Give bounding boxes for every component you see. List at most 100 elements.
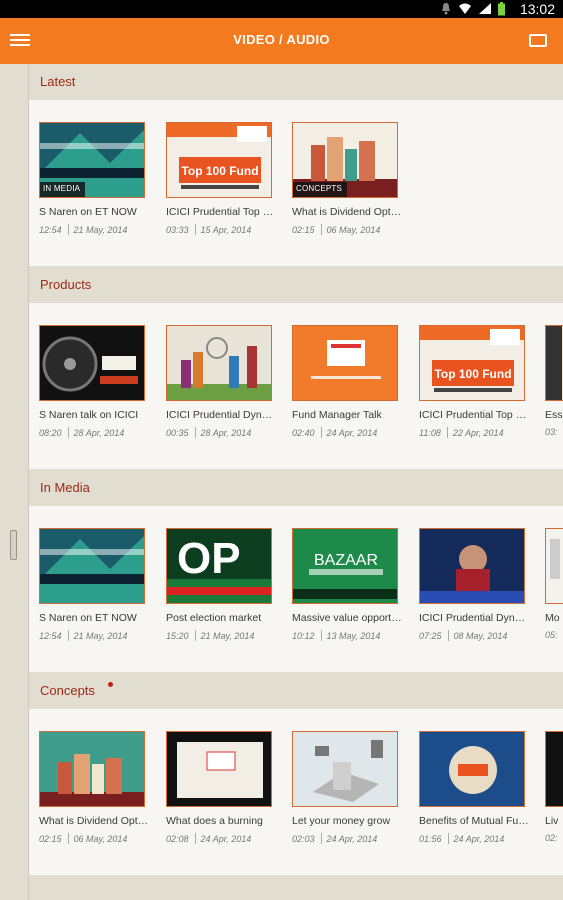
video-title: Fund Manager Talk bbox=[292, 409, 382, 421]
video-card[interactable]: OP Post election market 15:20 21 May, 2014 bbox=[166, 528, 272, 641]
video-title: What does a burning bbox=[166, 815, 263, 827]
video-title: What is Dividend Option bbox=[292, 206, 402, 218]
video-card[interactable]: Top 100 Fund ICICI Prudential Top 100 11:0… bbox=[419, 325, 529, 438]
video-title: What is Dividend Option bbox=[39, 815, 149, 827]
video-duration: 07:25 bbox=[419, 631, 442, 641]
video-duration: 15:20 bbox=[166, 631, 189, 641]
video-thumbnail[interactable] bbox=[545, 325, 563, 401]
video-title: Post election market bbox=[166, 612, 262, 624]
video-date: 21 May, 2014 bbox=[200, 631, 255, 641]
video-carousel[interactable]: What is Dividend Option 02:15 06 May, 2014… bbox=[29, 709, 563, 875]
bottom-spacer bbox=[29, 878, 563, 900]
video-date: 24 Apr, 2014 bbox=[453, 834, 505, 844]
svg-text:OP: OP bbox=[177, 534, 241, 583]
video-card[interactable]: ICICI Prudential Dynamic 00:35 28 Apr, 201… bbox=[166, 325, 276, 438]
new-indicator-dot bbox=[108, 682, 113, 687]
video-thumbnail[interactable]: CONCEPTS bbox=[292, 122, 398, 198]
video-title: S Naren on ET NOW bbox=[39, 206, 137, 218]
video-card[interactable]: What does a burning 02:08 24 Apr, 2014 bbox=[166, 731, 272, 844]
video-card[interactable]: Essential 03: bbox=[545, 325, 563, 437]
video-card[interactable]: Top 100 Fund ICICI Prudential Top 100 Fun… bbox=[166, 122, 276, 235]
video-card[interactable]: CONCEPTS What is Dividend Option 02:15 06 M… bbox=[292, 122, 402, 235]
video-thumbnail[interactable] bbox=[39, 528, 145, 604]
meta-divider bbox=[320, 224, 322, 235]
video-meta: 01:56 24 Apr, 2014 bbox=[419, 833, 525, 844]
video-thumbnail[interactable]: BAZAAR bbox=[292, 528, 398, 604]
section-header-in-media[interactable]: In Media bbox=[29, 470, 563, 506]
notification-icon bbox=[442, 3, 450, 15]
video-thumbnail[interactable]: OP bbox=[166, 528, 272, 604]
video-thumbnail[interactable] bbox=[292, 325, 398, 401]
video-card[interactable]: IN MEDIA S Naren on ET NOW 12:54 21 May, 20… bbox=[39, 122, 145, 235]
video-thumbnail[interactable] bbox=[545, 528, 563, 604]
drawer-handle[interactable] bbox=[10, 530, 17, 560]
video-thumbnail[interactable] bbox=[166, 731, 272, 807]
section-title: Latest bbox=[40, 74, 76, 89]
video-date: 28 Apr, 2014 bbox=[73, 428, 125, 438]
section-header-latest[interactable]: Latest bbox=[29, 64, 563, 100]
video-thumbnail[interactable] bbox=[39, 325, 145, 401]
video-card[interactable]: What is Dividend Option 02:15 06 May, 2014 bbox=[39, 731, 149, 844]
video-duration: 08:20 bbox=[39, 428, 62, 438]
video-thumbnail[interactable] bbox=[419, 528, 525, 604]
video-meta: 11:08 22 Apr, 2014 bbox=[419, 427, 525, 438]
battery-icon bbox=[498, 2, 505, 16]
section-title: In Media bbox=[40, 480, 90, 495]
video-thumbnail[interactable]: Top 100 Fund bbox=[166, 122, 272, 198]
video-date: 06 May, 2014 bbox=[326, 225, 381, 235]
video-card[interactable]: S Naren on ET NOW 12:54 21 May, 2014 bbox=[39, 528, 145, 641]
meta-divider bbox=[194, 630, 196, 641]
video-duration: 02:40 bbox=[292, 428, 315, 438]
video-card[interactable]: Mo 05: bbox=[545, 528, 563, 640]
video-duration: 01:56 bbox=[419, 834, 442, 844]
video-thumbnail[interactable] bbox=[39, 731, 145, 807]
video-thumbnail[interactable] bbox=[292, 731, 398, 807]
video-meta: 08:20 28 Apr, 2014 bbox=[39, 427, 145, 438]
video-duration: 02:15 bbox=[292, 225, 315, 235]
video-thumbnail[interactable]: IN MEDIA bbox=[39, 122, 145, 198]
video-duration: 05: bbox=[545, 630, 558, 640]
video-meta: 03: bbox=[545, 427, 563, 437]
video-title: ICICI Prudential Dynamic bbox=[419, 612, 529, 624]
side-rail bbox=[0, 64, 29, 900]
video-thumbnail[interactable] bbox=[166, 325, 272, 401]
category-tag: IN MEDIA bbox=[40, 182, 86, 197]
app-bar: VIDEO / AUDIO bbox=[0, 18, 563, 64]
category-tag: CONCEPTS bbox=[293, 182, 348, 197]
video-date: 21 May, 2014 bbox=[73, 631, 128, 641]
video-card[interactable]: Fund Manager Talk 02:40 24 Apr, 2014 bbox=[292, 325, 398, 438]
video-thumbnail[interactable] bbox=[419, 731, 525, 807]
video-card[interactable]: Benefits of Mutual Funds 01:56 24 Apr, 201… bbox=[419, 731, 529, 844]
meta-divider bbox=[320, 833, 322, 844]
video-carousel[interactable]: IN MEDIA S Naren on ET NOW 12:54 21 May, 20… bbox=[29, 100, 563, 266]
meta-divider bbox=[447, 833, 449, 844]
section-header-concepts[interactable]: Concepts bbox=[29, 673, 563, 709]
video-meta: 02:08 24 Apr, 2014 bbox=[166, 833, 272, 844]
video-date: 06 May, 2014 bbox=[73, 834, 128, 844]
video-card[interactable]: Liv 02: bbox=[545, 731, 563, 843]
video-carousel[interactable]: S Naren talk on ICICI 08:20 28 Apr, 2014 IC… bbox=[29, 303, 563, 469]
video-date: 24 Apr, 2014 bbox=[200, 834, 252, 844]
video-date: 15 Apr, 2014 bbox=[200, 225, 252, 235]
video-card[interactable]: S Naren talk on ICICI 08:20 28 Apr, 2014 bbox=[39, 325, 145, 438]
signal-icon bbox=[479, 3, 491, 14]
video-meta: 02:15 06 May, 2014 bbox=[292, 224, 398, 235]
page-title: VIDEO / AUDIO bbox=[233, 32, 330, 47]
video-thumbnail[interactable]: Top 100 Fund bbox=[419, 325, 525, 401]
mail-icon[interactable] bbox=[529, 34, 547, 47]
video-title: Benefits of Mutual Funds bbox=[419, 815, 529, 827]
section-header-products[interactable]: Products bbox=[29, 267, 563, 303]
meta-divider bbox=[194, 427, 196, 438]
video-duration: 02:15 bbox=[39, 834, 62, 844]
video-duration: 12:54 bbox=[39, 631, 62, 641]
video-thumbnail[interactable] bbox=[545, 731, 563, 807]
video-duration: 03:33 bbox=[166, 225, 189, 235]
video-card[interactable]: ICICI Prudential Dynamic 07:25 08 May, 201… bbox=[419, 528, 529, 641]
video-carousel[interactable]: S Naren on ET NOW 12:54 21 May, 2014 OP Post… bbox=[29, 506, 563, 672]
status-bar: 13:02 bbox=[0, 0, 563, 18]
video-card[interactable]: BAZAAR Massive value opportunity 10:12 13 M… bbox=[292, 528, 402, 641]
video-title: S Naren on ET NOW bbox=[39, 612, 137, 624]
video-card[interactable]: Let your money grow 02:03 24 Apr, 2014 bbox=[292, 731, 398, 844]
video-meta: 12:54 21 May, 2014 bbox=[39, 630, 145, 641]
svg-text:BAZAAR: BAZAAR bbox=[314, 552, 378, 569]
